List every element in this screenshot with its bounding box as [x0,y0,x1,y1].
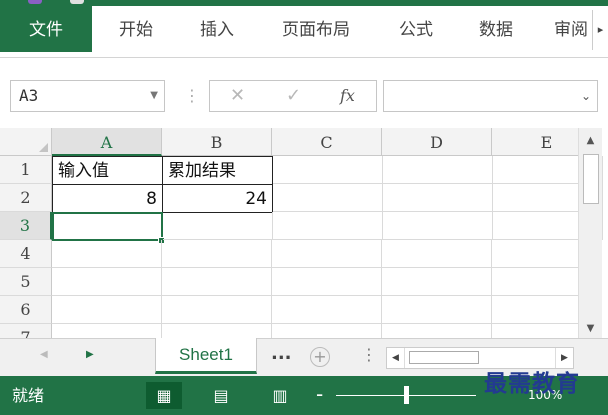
select-all-corner[interactable] [0,128,52,156]
ribbon-tabs: 文件 开始 插入 页面布局 公式 数据 审阅 ▸ [0,6,608,58]
cell-a1[interactable]: 输入值 [52,156,163,185]
tab-home[interactable]: 开始 [104,6,168,52]
scroll-up-icon[interactable]: ▲ [579,132,602,150]
add-sheet-icon[interactable]: + [310,347,330,367]
cell-b2[interactable]: 24 [162,184,273,213]
qat-icon[interactable] [70,0,84,4]
enter-icon[interactable]: ✓ [286,81,301,111]
scroll-left-icon[interactable]: ◀ [387,348,405,368]
cell-c6[interactable] [272,296,382,324]
row-header-7[interactable]: 7 [0,324,52,338]
scroll-down-icon[interactable]: ▼ [579,320,602,338]
cell-d5[interactable] [382,268,492,296]
tab-page-layout[interactable]: 页面布局 [272,6,360,52]
qat-icon[interactable] [28,0,42,4]
zoom-slider-thumb[interactable] [404,386,409,404]
sheet-next-icon[interactable]: ▶ [86,349,94,360]
watermark-logo: 最需教育 [484,370,580,397]
vertical-scrollbar[interactable]: ▲ ▼ [578,128,602,338]
insert-function-icon[interactable]: fx [340,81,355,111]
row-header-2[interactable]: 2 [0,184,52,212]
cell-c3[interactable] [273,212,383,240]
row-header-1[interactable]: 1 [0,156,52,184]
cell-d2[interactable] [383,184,493,212]
cell-d7[interactable] [382,324,492,338]
formula-buttons: ✕ ✓ fx [209,80,377,112]
sheet-tab-sheet1[interactable]: Sheet1 [155,338,257,374]
hscroll-thumb[interactable] [409,351,479,364]
cell-d6[interactable] [382,296,492,324]
cell-b6[interactable] [162,296,272,324]
tab-formulas[interactable]: 公式 [386,6,446,52]
cell-a6[interactable] [52,296,162,324]
cell-c1[interactable] [273,156,383,184]
scroll-thumb[interactable] [583,154,599,204]
cell-a3-active[interactable] [52,212,163,241]
page-layout-view-icon[interactable]: ▤ [203,382,239,409]
row-header-5[interactable]: 5 [0,268,52,296]
cell-b1[interactable]: 累加结果 [162,156,273,185]
column-header-d[interactable]: D [382,128,492,156]
worksheet-grid: A B C D E 1 2 3 4 5 6 7 输入值 累加结果 8 24 [0,128,608,338]
formula-input[interactable]: ⌄ [383,80,598,112]
row-header-3[interactable]: 3 [0,212,52,240]
zoom-out-button[interactable]: - [316,376,323,413]
tab-review[interactable]: 审阅 [548,6,594,52]
ribbon-scroll-right-icon[interactable]: ▸ [592,10,608,50]
cell-d3[interactable] [383,212,493,240]
column-header-b[interactable]: B [162,128,272,156]
name-box-value: A3 [19,86,39,105]
tab-file[interactable]: 文件 [0,6,92,52]
formula-bar: A3 ▼ ⋮ ✕ ✓ fx ⌄ [0,58,608,128]
cell-c4[interactable] [272,240,382,268]
row-header-4[interactable]: 4 [0,240,52,268]
more-sheets-button[interactable]: ... [271,343,292,364]
cancel-icon[interactable]: ✕ [230,81,245,111]
cell-a4[interactable] [52,240,162,268]
cell-b5[interactable] [162,268,272,296]
cell-b4[interactable] [162,240,272,268]
column-header-c[interactable]: C [272,128,382,156]
cell-a5[interactable] [52,268,162,296]
drag-handle-icon[interactable]: ⋮ [184,86,200,105]
cell-c2[interactable] [273,184,383,212]
cell-d1[interactable] [383,156,493,184]
normal-view-icon[interactable]: ▦ [146,382,182,409]
excel-window: 文件 开始 插入 页面布局 公式 数据 审阅 ▸ A3 ▼ ⋮ ✕ ✓ fx ⌄… [0,0,608,415]
tab-insert[interactable]: 插入 [185,6,249,52]
cell-d4[interactable] [382,240,492,268]
row-header-6[interactable]: 6 [0,296,52,324]
page-break-view-icon[interactable]: ▥ [262,382,298,409]
cell-c7[interactable] [272,324,382,338]
splitter-handle-icon[interactable]: ⋮ [361,345,377,364]
status-text: 就绪 [12,386,45,405]
chevron-down-icon[interactable]: ⌄ [581,81,591,111]
cell-a2[interactable]: 8 [52,184,163,213]
chevron-down-icon[interactable]: ▼ [150,81,158,111]
name-box[interactable]: A3 ▼ [10,80,165,112]
cell-b3[interactable] [163,212,273,240]
sheet-prev-icon[interactable]: ◀ [40,349,48,360]
tab-data[interactable]: 数据 [466,6,526,52]
cell-a7[interactable] [52,324,162,338]
cell-c5[interactable] [272,268,382,296]
cell-b7[interactable] [162,324,272,338]
column-header-a[interactable]: A [52,128,162,156]
